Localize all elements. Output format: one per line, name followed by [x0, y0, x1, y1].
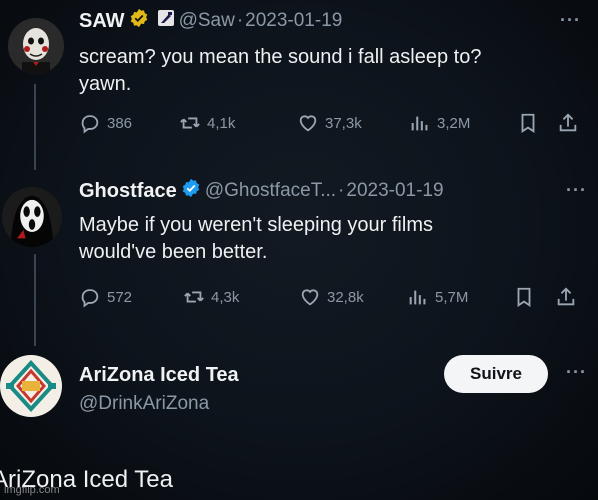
reply-icon — [81, 289, 99, 308]
reply-count: 386 — [107, 114, 133, 132]
avatar[interactable] — [8, 18, 64, 74]
like-button[interactable]: 32,8k — [299, 286, 407, 308]
tweet-header: SAW @Saw · 2023-01-19 — [79, 8, 342, 34]
reply-icon — [81, 115, 99, 134]
retweet-button[interactable]: 4,3k — [183, 286, 299, 308]
thread-line — [34, 254, 36, 346]
like-count: 32,8k — [327, 288, 364, 306]
views-icon — [411, 116, 428, 131]
like-button[interactable]: 37,3k — [297, 112, 409, 134]
share-button[interactable] — [557, 112, 585, 134]
author-handle[interactable]: @Saw — [179, 10, 235, 32]
tweet-actions: 386 4,1k 37,3k 3,2M — [79, 112, 585, 134]
share-icon — [557, 287, 575, 306]
avatar[interactable] — [0, 355, 62, 417]
arizona-avatar-image — [0, 355, 62, 417]
saw-avatar-image — [8, 18, 64, 74]
bookmark-icon — [521, 113, 535, 133]
tweet-header: Ghostface @GhostfaceT... · 2023-01-19 — [79, 178, 444, 204]
share-icon — [559, 113, 577, 132]
thread-line — [34, 84, 36, 170]
more-options-button[interactable]: ··· — [560, 10, 581, 31]
watermark: imgflip.com — [4, 484, 60, 496]
views-icon — [409, 290, 426, 305]
tweet-text: Maybe if you weren't sleeping your films… — [79, 212, 433, 266]
views-button[interactable]: 5,7M — [407, 286, 513, 308]
avatar[interactable] — [2, 187, 62, 247]
reply-button[interactable]: 386 — [79, 112, 179, 134]
follow-button[interactable]: Suivre — [444, 355, 548, 393]
retweet-icon — [184, 291, 204, 303]
retweet-icon — [180, 117, 200, 129]
tweet-actions: 572 4,3k 32,8k 5,7M — [79, 286, 583, 308]
author-name[interactable]: Ghostface — [79, 180, 177, 203]
account-name[interactable]: AriZona Iced Tea — [79, 364, 239, 387]
retweet-count: 4,1k — [207, 114, 236, 132]
views-count: 5,7M — [435, 288, 469, 306]
heart-icon — [301, 289, 319, 306]
tweet-date[interactable]: 2023-01-19 — [245, 10, 342, 32]
like-count: 37,3k — [325, 114, 362, 132]
heart-icon — [299, 115, 317, 132]
reply-button[interactable]: 572 — [79, 286, 183, 308]
tweet-text: scream? you mean the sound i fall asleep… — [79, 44, 481, 98]
tweet-text-line: yawn. — [79, 73, 132, 95]
separator-dot: · — [338, 180, 345, 201]
tweet-date[interactable]: 2023-01-19 — [346, 180, 443, 202]
more-options-button[interactable]: ··· — [566, 362, 587, 383]
ghostface-avatar-image — [2, 187, 62, 247]
more-options-button[interactable]: ··· — [566, 180, 587, 201]
retweet-button[interactable]: 4,1k — [179, 112, 297, 134]
bookmark-button[interactable] — [517, 112, 557, 134]
account-handle-row: @DrinkAriZona — [79, 393, 209, 415]
account-header: AriZona Iced Tea — [79, 364, 239, 387]
bookmark-icon — [517, 287, 531, 307]
author-handle[interactable]: @GhostfaceT... — [205, 180, 336, 202]
views-button[interactable]: 3,2M — [409, 112, 517, 134]
separator-dot: · — [236, 10, 244, 31]
verified-blue-icon — [181, 178, 201, 204]
tweet-text-line: Maybe if you weren't sleeping your films — [79, 214, 433, 236]
author-name[interactable]: SAW — [79, 10, 125, 33]
affiliate-badge-icon — [157, 9, 175, 33]
verified-gold-icon — [129, 8, 149, 34]
bookmark-button[interactable] — [513, 286, 555, 308]
retweet-count: 4,3k — [211, 288, 240, 306]
account-handle[interactable]: @DrinkAriZona — [79, 393, 209, 415]
tweet-text-line: scream? you mean the sound i fall asleep… — [79, 46, 482, 68]
share-button[interactable] — [555, 286, 583, 308]
tweet-text-line: would've been better. — [79, 241, 268, 263]
views-count: 3,2M — [437, 114, 471, 132]
reply-count: 572 — [107, 288, 133, 306]
